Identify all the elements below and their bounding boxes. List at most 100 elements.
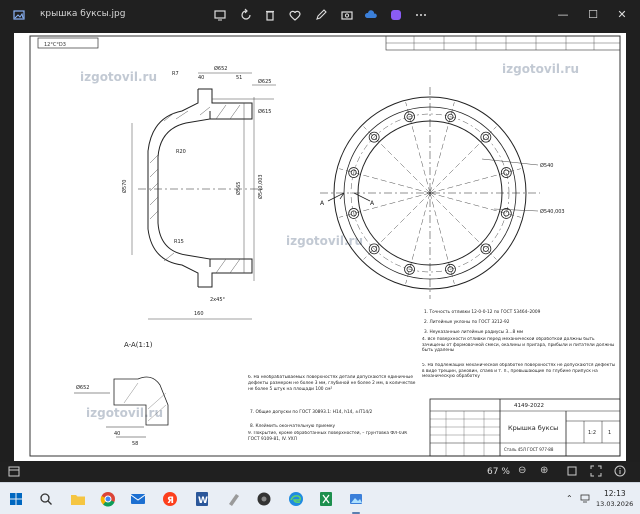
section-mark-a: A (370, 200, 375, 207)
dim-label: R20 (176, 149, 186, 155)
spreadsheet-icon[interactable] (316, 489, 336, 509)
section-mark-a: A (320, 200, 325, 207)
more-icon[interactable] (412, 6, 430, 24)
copilot-icon[interactable] (387, 6, 405, 24)
dim-label: Ø565 (235, 182, 242, 195)
image-viewer[interactable]: 12°C°D3 izgotovil.ru izgotovil.ru izgoto… (0, 30, 640, 462)
dim-label: Ø615 (258, 108, 271, 115)
zoom-in-icon[interactable]: ⊕ (540, 465, 548, 476)
dim-label: 51 (236, 75, 242, 81)
file-explorer-icon[interactable] (68, 489, 88, 509)
note-1: 1. Точность отливки 12-0-0-12 по ГОСТ 53… (424, 309, 541, 315)
minimize-button[interactable]: — (552, 4, 574, 24)
radial-centerline (339, 168, 431, 194)
bolt-hole (500, 167, 512, 178)
title-block-sheet: 1 (608, 430, 611, 436)
network-icon[interactable] (580, 493, 590, 505)
dim-label: Ø625 (258, 78, 271, 85)
drawing-sheet: 12°C°D3 izgotovil.ru izgotovil.ru izgoto… (14, 33, 626, 461)
camera-icon[interactable] (254, 489, 274, 509)
cloud-icon[interactable] (362, 6, 380, 24)
maximize-button[interactable]: ☐ (582, 4, 604, 24)
stamp-code: 12°C°D3 (44, 42, 66, 48)
radial-centerline (339, 192, 431, 218)
title-block-code: 4149-2022 (514, 403, 544, 409)
edit-icon[interactable] (312, 6, 330, 24)
svg-text:Я: Я (167, 496, 174, 506)
technical-notes: 1. Точность отливки 12-0-0-12 по ГОСТ 53… (248, 309, 616, 442)
window-title: крышка буксы.jpg (40, 9, 126, 19)
radial-centerline (429, 126, 497, 194)
dim-label: Ø540,003 (257, 174, 264, 199)
title-block-scale: 1:2 (588, 430, 596, 436)
note-9: 9. Покрытие, кроме обработанных поверхно… (248, 431, 408, 442)
filmstrip-icon[interactable] (8, 466, 20, 480)
dim-label: Ø540,003 (540, 208, 565, 215)
photos-app-window: крышка буксы.jpg — ☐ ✕ 12°C°D3 izgotovil… (0, 0, 640, 514)
edge-icon[interactable] (286, 489, 306, 509)
note-5: 5. На подлежащих механической обработке … (422, 363, 616, 380)
dim-label: 40 (114, 431, 120, 437)
clock-time[interactable]: 12:13 (604, 489, 626, 498)
paint-icon[interactable] (224, 489, 244, 509)
crop-icon[interactable] (338, 6, 356, 24)
fullscreen-icon[interactable] (590, 465, 602, 480)
dim-label: R7 (172, 71, 179, 77)
radial-centerline (363, 126, 431, 194)
close-button[interactable]: ✕ (611, 4, 633, 24)
section-label: A-A(1:1) (124, 341, 153, 349)
radial-centerline (405, 192, 431, 284)
dim-label: 160 (194, 311, 204, 317)
dim-label: Ø540 (540, 162, 553, 169)
dim-label: 40 (198, 75, 204, 81)
zoom-out-icon[interactable]: ⊖ (518, 465, 526, 476)
clock-date[interactable]: 13.03.2026 (596, 500, 633, 508)
radial-centerline (429, 102, 455, 194)
svg-text:W: W (198, 496, 208, 506)
title-bar: крышка буксы.jpg — ☐ ✕ (0, 0, 640, 30)
delete-icon[interactable] (261, 6, 279, 24)
dim-label: R15 (174, 239, 184, 245)
chrome-icon[interactable] (98, 489, 118, 509)
note-3: 3. Неуказанные литейные радиусы 3…8 мм (424, 328, 523, 335)
tray-chevron-icon[interactable]: ⌃ (566, 494, 573, 503)
dim-label: 2x45° (210, 297, 226, 303)
radial-centerline (429, 192, 455, 284)
mail-icon[interactable] (128, 489, 148, 509)
front-view (320, 87, 540, 299)
radial-centerline (429, 192, 497, 260)
app-icon (10, 6, 28, 24)
watermark-text: izgotovil.ru (80, 70, 157, 84)
bolt-hole-inner (503, 210, 510, 217)
watermark-text: izgotovil.ru (502, 62, 579, 76)
zoom-level[interactable]: 67 % (487, 467, 510, 477)
rotate-icon[interactable] (237, 6, 255, 24)
section-view (131, 72, 276, 320)
radial-centerline (429, 168, 521, 194)
watermark-text: izgotovil.ru (286, 234, 363, 248)
windows-icon[interactable] (6, 489, 26, 509)
favorite-icon[interactable] (286, 6, 304, 24)
note-8: 8. Клеймить окончательную приемку (250, 422, 336, 429)
fit-screen-icon[interactable] (566, 465, 578, 480)
yandex-icon[interactable]: Я (160, 489, 180, 509)
taskbar: Я W ⌃ 12:13 13.03.2026 (0, 482, 640, 514)
radial-centerline (405, 102, 431, 194)
note-4: 4. Все поверхности отливки перед механич… (422, 337, 615, 354)
word-icon[interactable]: W (192, 489, 212, 509)
dim-label: Ø652 (214, 65, 227, 72)
title-block-material: Сталь 45Л ГОСТ 977-88 (504, 447, 554, 452)
dim-label: 58 (132, 441, 138, 447)
photos-icon[interactable] (346, 489, 366, 514)
display-icon[interactable] (211, 6, 229, 24)
note-6: 6. На необрабатываемых поверхностях дета… (248, 375, 416, 392)
search-icon[interactable] (36, 489, 56, 509)
note-2: 2. Литейные уклоны по ГОСТ 3212-92 (424, 318, 510, 325)
title-block-name: Крышка буксы (508, 424, 558, 432)
technical-drawing: 12°C°D3 izgotovil.ru izgotovil.ru izgoto… (29, 35, 621, 457)
radial-centerline (429, 192, 521, 218)
dim-label: Ø570 (121, 180, 128, 193)
status-bar: 67 % ⊖ ⊕ (0, 462, 640, 482)
bolt-hole-inner (503, 169, 510, 176)
info-icon[interactable] (614, 465, 626, 480)
